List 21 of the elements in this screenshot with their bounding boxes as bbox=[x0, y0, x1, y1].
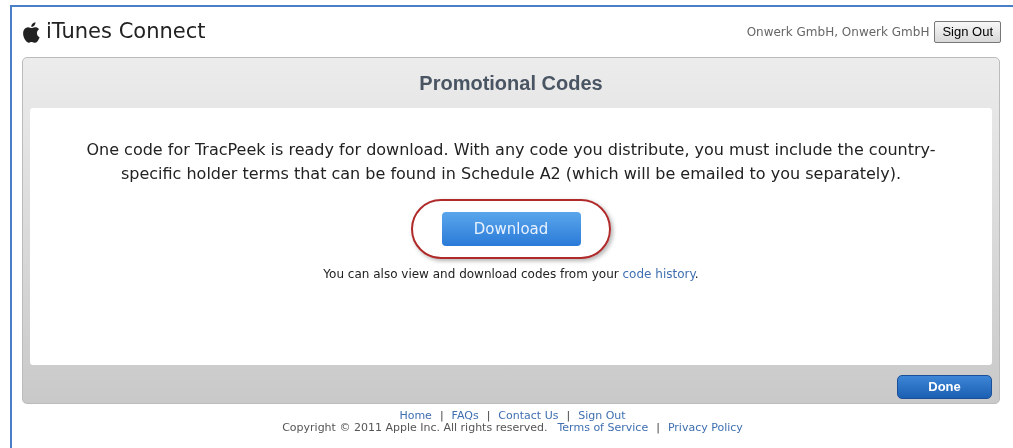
footer-link[interactable]: Home bbox=[399, 410, 432, 422]
copyright-text: Copyright © 2011 Apple Inc. All rights reserved. bbox=[282, 422, 548, 434]
download-button[interactable]: Download bbox=[441, 212, 581, 246]
apple-logo-icon bbox=[22, 21, 40, 43]
history-text: You can also view and download codes from your code history. bbox=[323, 266, 699, 283]
footer-link[interactable]: Sign Out bbox=[578, 410, 626, 422]
separator: | bbox=[439, 410, 444, 422]
footer-link[interactable]: Privacy Policy bbox=[667, 422, 743, 434]
footer-link[interactable]: Contact Us bbox=[498, 410, 559, 422]
footer-link[interactable]: Terms of Service bbox=[557, 422, 649, 434]
separator: | bbox=[656, 422, 660, 434]
sign-out-button[interactable]: Sign Out bbox=[934, 21, 1001, 43]
done-button[interactable]: Done bbox=[897, 375, 992, 399]
footer-link[interactable]: FAQs bbox=[451, 410, 479, 422]
logo-text: iTunes Connect bbox=[46, 18, 206, 46]
code-history-link[interactable]: code history bbox=[622, 267, 695, 281]
separator: | bbox=[566, 410, 571, 422]
message-text: One code for TracPeek is ready for download. With any code you distribute, you must include the country-specific holder terms that can be found in Schedule A2 (which will be emailed to you separately). bbox=[85, 139, 937, 185]
separator: | bbox=[486, 410, 491, 422]
account-name: Onwerk GmbH, Onwerk GmbH bbox=[746, 24, 930, 41]
panel-title: Promotional Codes bbox=[419, 71, 603, 96]
